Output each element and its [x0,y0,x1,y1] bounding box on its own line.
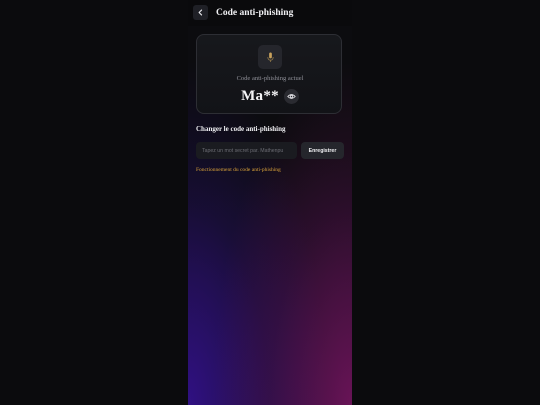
current-code-card: Code anti-phishing actuel Ma** [196,34,342,114]
how-it-works-link[interactable]: Fonctionnement du code anti-phishing [196,167,281,173]
current-code-label: Code anti-phishing actuel [236,75,304,82]
anti-phishing-code-input[interactable] [196,142,297,159]
microphone-icon [266,52,275,63]
current-code-row: Ma** [197,86,343,106]
save-button[interactable]: Enregistrer [301,142,344,159]
reveal-code-button[interactable] [283,88,299,104]
current-code-value: Ma** [241,87,279,104]
chevron-left-icon [197,9,204,16]
page-title: Code anti-phishing [216,8,294,18]
microphone-badge [258,45,282,69]
change-code-title: Changer le code anti-phishing [196,125,286,133]
top-bar: Code anti-phishing [188,0,352,26]
eye-icon [287,92,296,101]
back-button[interactable] [193,5,208,20]
app-screen: Code anti-phishing Code anti-phishing ac… [188,0,352,405]
